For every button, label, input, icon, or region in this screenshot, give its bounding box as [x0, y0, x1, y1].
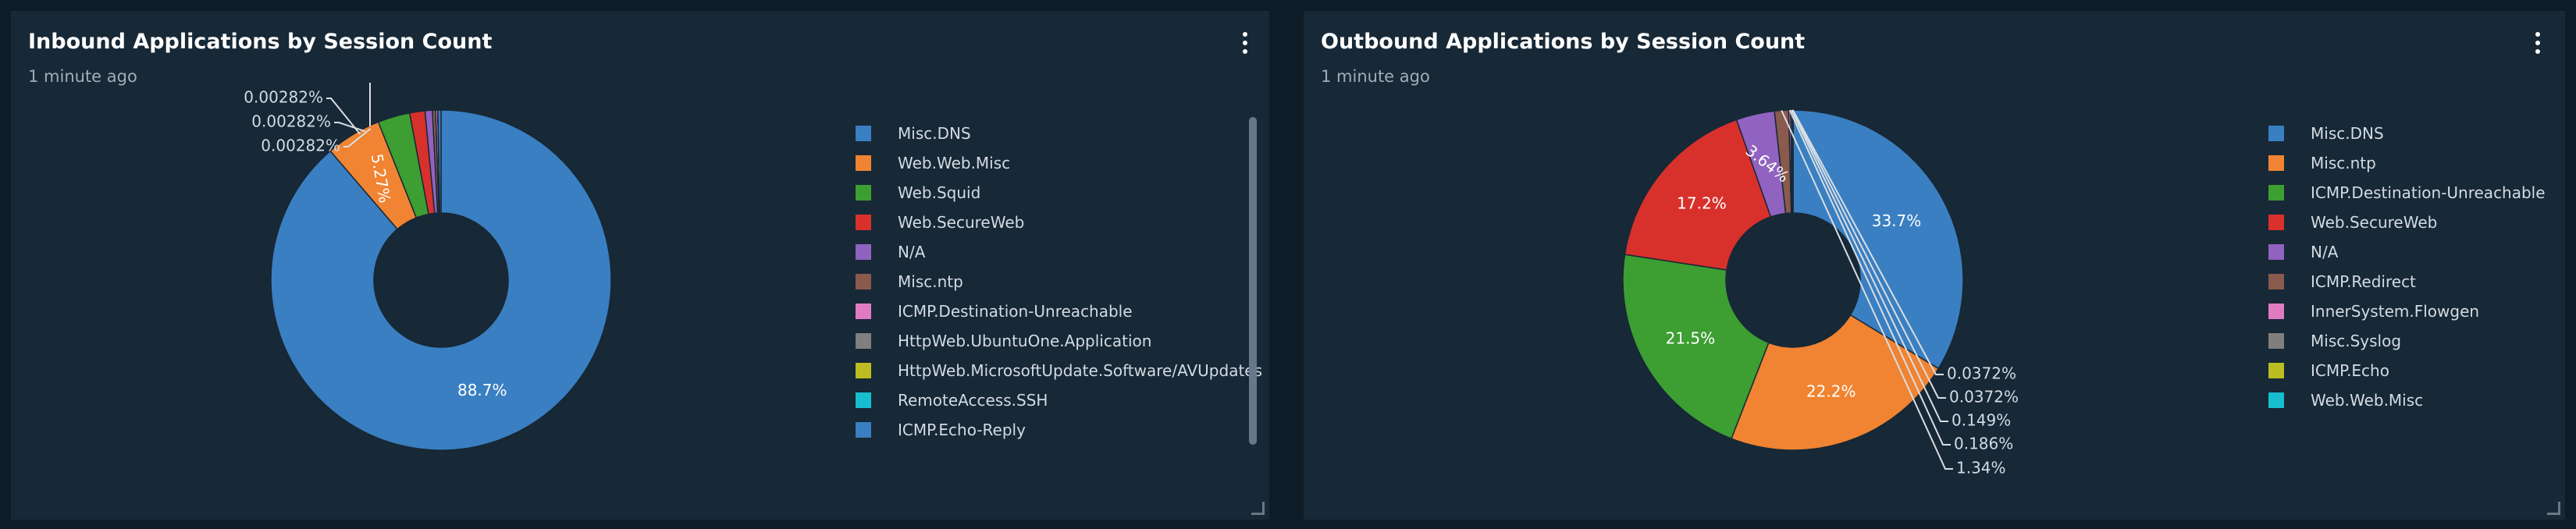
legend-swatch	[856, 333, 871, 349]
legend-label: ICMP.Redirect	[2311, 272, 2416, 291]
legend-swatch	[856, 304, 871, 319]
legend-scrollbar-thumb[interactable]	[1249, 117, 1257, 445]
outbound-legend-item[interactable]: ICMP.Echo	[2268, 356, 2546, 385]
callout-line	[334, 122, 366, 133]
resize-handle-icon[interactable]	[2547, 502, 2560, 515]
callout-label: 0.00282%	[261, 137, 340, 155]
inbound-legend-item[interactable]: Misc.ntp	[856, 267, 1262, 296]
callout-label: 0.186%	[1954, 435, 2013, 453]
legend-swatch	[856, 126, 871, 141]
legend-label: Web.Squid	[898, 183, 981, 202]
legend-label: HttpWeb.UbuntuOne.Application	[898, 332, 1152, 350]
legend-swatch	[2268, 244, 2284, 260]
inbound-legend-item[interactable]: HttpWeb.MicrosoftUpdate.Software/AVUpdat…	[856, 356, 1262, 385]
slice-value-label: 88.7%	[457, 381, 507, 399]
inbound-legend-item[interactable]: ICMP.Destination-Unreachable	[856, 296, 1262, 326]
outbound-legend-item[interactable]: Misc.Syslog	[2268, 326, 2546, 356]
slice-value-label: 22.2%	[1806, 382, 1856, 400]
legend-swatch	[856, 185, 871, 201]
outbound-legend: Misc.DNS Misc.ntp ICMP.Destination-Unreach…	[2268, 119, 2546, 415]
slice-value-label: 21.5%	[1666, 329, 1716, 348]
legend-swatch	[856, 244, 871, 260]
legend-swatch	[856, 363, 871, 378]
legend-swatch	[856, 422, 871, 438]
legend-swatch	[2268, 333, 2284, 349]
legend-label: Misc.DNS	[898, 124, 971, 143]
legend-label: Web.Web.Misc	[2311, 391, 2424, 410]
inbound-legend-item[interactable]: Web.SecureWeb	[856, 208, 1262, 237]
legend-label: Misc.DNS	[2311, 124, 2384, 143]
inbound-legend-item[interactable]: ICMP.Echo-Reply	[856, 415, 1262, 445]
outbound-legend-item[interactable]: Web.Web.Misc	[2268, 385, 2546, 415]
inbound-legend-item[interactable]: Misc.DNS	[856, 119, 1262, 148]
legend-label: N/A	[2311, 243, 2339, 261]
legend-label: Misc.ntp	[898, 272, 963, 291]
legend-swatch	[2268, 185, 2284, 201]
callout-label: 0.0372%	[1949, 388, 2019, 407]
legend-swatch	[856, 155, 871, 171]
legend-label: Web.SecureWeb	[2311, 213, 2438, 232]
callout-label: 0.149%	[1952, 411, 2011, 430]
outbound-slice-web-web-misc[interactable]	[1791, 109, 1794, 214]
inbound-legend-item[interactable]: RemoteAccess.SSH	[856, 385, 1262, 415]
outbound-slice-misc-dns[interactable]	[1792, 109, 1964, 370]
outbound-legend-item[interactable]: N/A	[2268, 237, 2546, 267]
legend-label: Misc.ntp	[2311, 154, 2376, 172]
inbound-legend: Misc.DNS Web.Web.Misc Web.Squid Web.SecureW…	[856, 119, 1262, 463]
inbound-legend-item[interactable]: N/A	[856, 237, 1262, 267]
legend-swatch	[2268, 126, 2284, 141]
outbound-legend-item[interactable]: ICMP.Redirect	[2268, 267, 2546, 296]
legend-label: ICMP.Destination-Unreachable	[2311, 183, 2546, 202]
legend-label: N/A	[898, 243, 926, 261]
inbound-legend-item[interactable]: Web.Web.Misc	[856, 148, 1262, 178]
slice-value-label: 17.2%	[1677, 194, 1727, 213]
resize-handle-icon[interactable]	[1251, 502, 1265, 515]
legend-swatch	[2268, 155, 2284, 171]
callout-label: 0.00282%	[251, 112, 331, 131]
legend-swatch	[2268, 392, 2284, 408]
legend-label: RemoteAccess.SSH	[898, 391, 1048, 410]
legend-scrollbar[interactable]	[1249, 117, 1257, 445]
legend-swatch	[2268, 304, 2284, 319]
inbound-legend-item[interactable]: HttpWeb.UbuntuOne.Application	[856, 326, 1262, 356]
callout-label: 0.00282%	[244, 88, 323, 107]
outbound-legend-item[interactable]: Misc.DNS	[2268, 119, 2546, 148]
legend-label: Web.Web.Misc	[898, 154, 1011, 172]
legend-swatch	[2268, 215, 2284, 230]
legend-label: HttpWeb.MicrosoftUpdate.Software/AVUpdat…	[898, 361, 1263, 380]
callout-label: 1.34%	[1956, 459, 2006, 478]
outbound-legend-item[interactable]: Misc.ntp	[2268, 148, 2546, 178]
legend-label: ICMP.Destination-Unreachable	[898, 302, 1133, 321]
outbound-panel: Outbound Applications by Session Count 1…	[1304, 11, 2565, 520]
legend-swatch	[856, 274, 871, 289]
outbound-legend-item[interactable]: Web.SecureWeb	[2268, 208, 2546, 237]
outbound-legend-item[interactable]: InnerSystem.Flowgen	[2268, 296, 2546, 326]
legend-label: Web.SecureWeb	[898, 213, 1025, 232]
legend-label: ICMP.Echo-Reply	[898, 421, 1026, 439]
legend-label: InnerSystem.Flowgen	[2311, 302, 2480, 321]
legend-swatch	[2268, 274, 2284, 289]
legend-swatch	[856, 215, 871, 230]
slice-value-label: 33.7%	[1872, 211, 1922, 230]
legend-swatch	[2268, 363, 2284, 378]
legend-label: Misc.Syslog	[2311, 332, 2402, 350]
inbound-legend-item[interactable]: Web.Squid	[856, 178, 1262, 208]
callout-label: 0.0372%	[1947, 364, 2016, 383]
outbound-legend-item[interactable]: ICMP.Destination-Unreachable	[2268, 178, 2546, 208]
inbound-panel: Inbound Applications by Session Count 1 …	[11, 11, 1269, 520]
legend-label: ICMP.Echo	[2311, 361, 2389, 380]
legend-swatch	[856, 392, 871, 408]
